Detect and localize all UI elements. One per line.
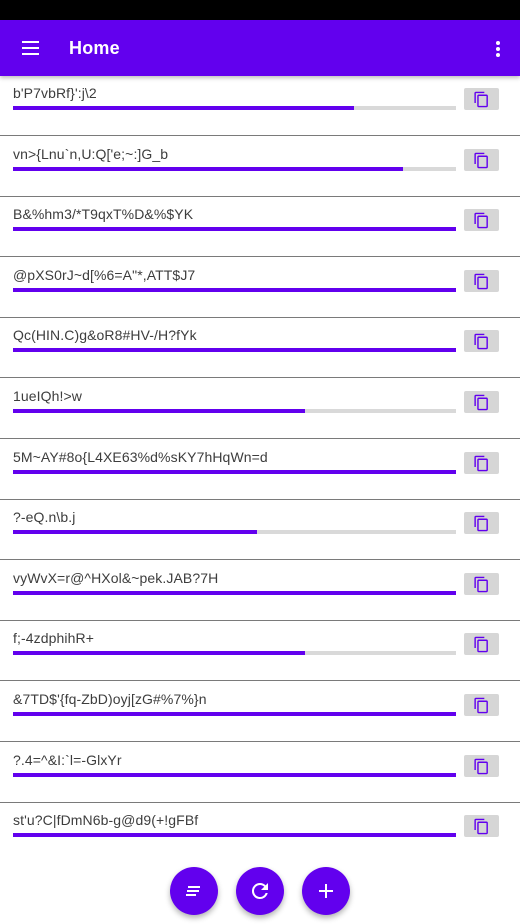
copy-icon <box>474 515 488 532</box>
password-text: f;-4zdphihR+ <box>13 630 94 647</box>
password-text: 5M~AY#8o{L4XE63%d%sKY7hHqWn=d <box>13 448 268 465</box>
strength-bar <box>13 469 456 474</box>
password-row: ?.4=^&I:`l=-GlxYr <box>0 743 520 803</box>
copy-icon <box>474 758 488 774</box>
password-row: ?-eQ.n\b.j <box>0 500 520 561</box>
page-title: Home <box>69 38 120 58</box>
add-icon <box>319 884 333 898</box>
copy-button[interactable] <box>464 633 499 656</box>
password-text: st'u?C|fDmN6b-g@d9(+!gFBf <box>13 812 199 829</box>
password-text: B&%hm3/*T9qxT%D&%$YK <box>13 206 194 223</box>
copy-icon <box>474 334 488 350</box>
copy-button[interactable] <box>464 694 499 716</box>
password-text: ?-eQ.n\b.j <box>13 509 76 526</box>
copy-button[interactable] <box>464 148 499 171</box>
copy-button[interactable] <box>464 512 499 535</box>
password-row: @pXS0rJ~d[%6=A"*,ATT$J7 <box>0 258 520 318</box>
strength-bar-fill <box>13 469 456 474</box>
copy-button[interactable] <box>464 88 499 110</box>
password-text: Qc(HIN.C)g&oR8#HV-/H?fYk <box>13 327 197 344</box>
password-list[interactable]: b'P7vbRf}':j\2 vn>{Lnu`n,U:Q['e;~:]G_b B&%… <box>0 76 520 856</box>
strength-bar-fill <box>13 772 456 777</box>
strength-bar-fill <box>13 590 456 595</box>
password-row: f;-4zdphihR+ <box>0 621 520 682</box>
refresh-button[interactable] <box>236 867 284 915</box>
strength-bar <box>13 227 456 232</box>
more-vertical-icon[interactable] <box>488 34 508 62</box>
strength-bar-fill <box>13 106 355 110</box>
password-text: &7TD$'{fq-ZbD)oyj[zG#%7%}n <box>13 691 207 707</box>
copy-icon <box>474 91 488 108</box>
strength-bar <box>13 712 456 716</box>
strength-bar <box>13 530 456 535</box>
strength-bar-fill <box>13 287 456 292</box>
strength-bar-fill <box>13 409 306 413</box>
password-text: vn>{Lnu`n,U:Q['e;~:]G_b <box>13 145 169 162</box>
strength-bar <box>13 833 456 838</box>
strength-bar <box>13 772 456 777</box>
status-bar <box>0 0 520 20</box>
password-text: 1ueIQh!>w <box>13 388 82 404</box>
copy-icon <box>474 576 488 593</box>
password-text: vyWvX=r@^HXol&~pek.JAB?7H <box>13 569 219 586</box>
add-button[interactable] <box>302 867 350 915</box>
strength-bar-fill <box>13 712 456 716</box>
copy-icon <box>474 273 488 290</box>
strength-bar-fill <box>13 227 456 232</box>
app-bar: Home <box>0 20 520 76</box>
copy-icon <box>474 212 488 229</box>
sort-button[interactable] <box>170 867 218 915</box>
password-row: vyWvX=r@^HXol&~pek.JAB?7H <box>0 561 520 621</box>
password-row: vn>{Lnu`n,U:Q['e;~:]G_b <box>0 137 520 197</box>
password-row: B&%hm3/*T9qxT%D&%$YK <box>0 197 520 258</box>
copy-button[interactable] <box>464 209 499 232</box>
copy-button[interactable] <box>464 815 499 838</box>
hamburger-menu-icon[interactable] <box>14 34 46 62</box>
password-row: b'P7vbRf}':j\2 <box>0 76 520 136</box>
copy-button[interactable] <box>464 451 499 474</box>
copy-button[interactable] <box>464 269 499 292</box>
copy-icon <box>474 637 488 653</box>
password-text: @pXS0rJ~d[%6=A"*,ATT$J7 <box>13 266 196 283</box>
password-row: Qc(HIN.C)g&oR8#HV-/H?fYk <box>0 318 520 379</box>
copy-icon <box>474 455 488 471</box>
copy-icon <box>474 394 488 411</box>
copy-button[interactable] <box>464 572 499 595</box>
strength-bar <box>13 651 456 656</box>
copy-button[interactable] <box>464 391 499 413</box>
strength-bar-fill <box>13 651 306 656</box>
password-row: st'u?C|fDmN6b-g@d9(+!gFBf <box>0 803 520 856</box>
copy-icon <box>474 152 488 168</box>
strength-bar-fill <box>13 530 257 535</box>
password-text: ?.4=^&I:`l=-GlxYr <box>13 751 122 768</box>
copy-icon <box>474 697 488 714</box>
strength-bar <box>13 106 456 110</box>
copy-button[interactable] <box>464 754 499 777</box>
password-row: 1ueIQh!>w <box>0 379 520 439</box>
strength-bar <box>13 590 456 595</box>
strength-bar <box>13 348 456 353</box>
strength-bar-fill <box>13 348 456 353</box>
sort-icon <box>186 886 200 896</box>
strength-bar-fill <box>13 833 456 838</box>
password-row: 5M~AY#8o{L4XE63%d%sKY7hHqWn=d <box>0 440 520 500</box>
password-row: &7TD$'{fq-ZbD)oyj[zG#%7%}n <box>0 682 520 742</box>
refresh-icon <box>251 883 268 899</box>
strength-bar-fill <box>13 166 403 171</box>
strength-bar <box>13 166 456 171</box>
bottom-action-area <box>0 856 520 924</box>
copy-icon <box>474 818 488 835</box>
password-text: b'P7vbRf}':j\2 <box>13 85 97 101</box>
strength-bar <box>13 287 456 292</box>
copy-button[interactable] <box>464 330 499 353</box>
strength-bar <box>13 409 456 413</box>
